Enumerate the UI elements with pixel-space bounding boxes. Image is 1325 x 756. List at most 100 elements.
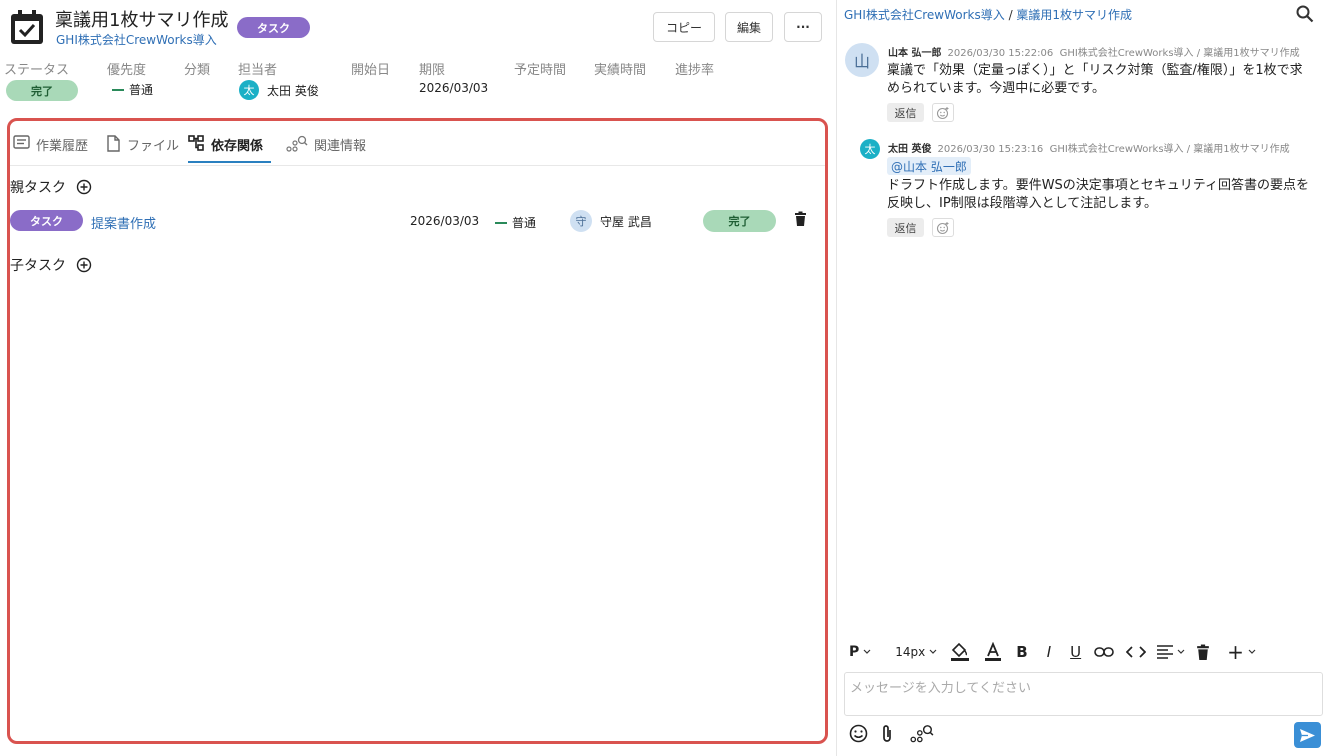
tab-history-label: 作業履歴 <box>36 139 89 154</box>
emoji-icon <box>849 724 868 743</box>
message-placeholder: メッセージを入力してください <box>850 681 1031 696</box>
link-related-button[interactable] <box>910 724 934 748</box>
send-button[interactable] <box>1294 722 1321 748</box>
add-reaction-button[interactable] <box>932 103 954 122</box>
tab-related-label: 関連情報 <box>314 139 367 154</box>
paragraph-style-dropdown[interactable]: P <box>849 644 875 660</box>
actual-time-label: 実績時間 <box>594 63 647 78</box>
tab-files-label: ファイル <box>127 139 180 154</box>
avatar[interactable]: 山 <box>845 43 879 77</box>
edit-button[interactable]: 編集 <box>725 12 773 42</box>
message-context: GHI株式会社CrewWorks導入 / 稟議用1枚サマリ作成 <box>1059 48 1300 59</box>
priority-normal-icon <box>495 221 507 224</box>
due-date-label: 期限 <box>419 63 446 78</box>
assignee-name: 太田 英俊 <box>267 83 319 98</box>
message-context: GHI株式会社CrewWorks導入 / 稟議用1枚サマリ作成 <box>1049 144 1290 155</box>
chevron-down-icon <box>863 649 871 654</box>
underline-button[interactable]: U <box>1070 643 1081 661</box>
add-child-task-button[interactable] <box>76 257 92 273</box>
highlight-color-button[interactable] <box>949 642 971 662</box>
delete-dependency-button[interactable] <box>794 211 807 231</box>
calendar-task-icon <box>11 10 43 44</box>
task-detail-pane: 稟議用1枚サマリ作成 GHI株式会社CrewWorks導入 タスク コピー 編集… <box>0 0 836 756</box>
breadcrumb-separator: / <box>1004 8 1017 22</box>
mention-tag[interactable]: @山本 弘一郎 <box>887 157 971 175</box>
editor-toolbar: P 14px B I U + <box>849 640 1260 664</box>
breadcrumb-project[interactable]: GHI株式会社CrewWorks導入 <box>844 8 1005 22</box>
message-timestamp: 2026/03/30 15:23:16 <box>937 144 1044 155</box>
link-button[interactable] <box>1094 646 1114 658</box>
reply-button[interactable]: 返信 <box>887 103 924 122</box>
row-due-date: 2026/03/03 <box>410 214 480 228</box>
message-header: 太田 英俊 2026/03/30 15:23:16 GHI株式会社CrewWork… <box>888 140 1290 155</box>
font-size-dropdown[interactable]: 14px <box>895 645 941 659</box>
more-button[interactable]: ··· <box>784 12 822 42</box>
row-status-badge: 完了 <box>703 210 776 232</box>
paperclip-icon <box>883 725 891 742</box>
related-icon <box>286 135 308 152</box>
align-dropdown[interactable] <box>1156 644 1188 660</box>
message-line: ドラフト作成します。要件WSの決定事項とセキュリティ回答書の要点を <box>887 178 1310 193</box>
priority-label: 優先度 <box>107 63 147 78</box>
related-icon <box>910 725 934 743</box>
message-header: 山本 弘一郎 2026/03/30 15:22:06 GHI株式会社CrewWor… <box>888 44 1300 59</box>
parent-task-link[interactable]: 提案書作成 <box>91 213 156 232</box>
assignee-value[interactable]: 太太田 英俊 <box>239 80 319 100</box>
status-label: ステータス <box>4 63 70 78</box>
project-link[interactable]: GHI株式会社CrewWorks導入 <box>56 31 217 48</box>
progress-label: 進捗率 <box>675 63 715 78</box>
trash-icon <box>795 211 806 226</box>
insert-label: + <box>1227 640 1244 664</box>
paragraph-label: P <box>849 644 860 660</box>
plus-circle-icon <box>76 257 92 273</box>
file-icon <box>107 135 120 152</box>
add-parent-task-button[interactable] <box>76 179 92 195</box>
link-icon <box>1094 647 1114 657</box>
planned-time-label: 予定時間 <box>514 63 567 78</box>
breadcrumb-task[interactable]: 稟議用1枚サマリ作成 <box>1016 8 1132 22</box>
status-badge[interactable]: 完了 <box>6 80 78 101</box>
align-left-icon <box>1157 645 1174 659</box>
tab-files[interactable]: ファイル <box>106 135 179 163</box>
italic-button[interactable]: I <box>1047 643 1051 661</box>
avatar: 太 <box>239 80 259 100</box>
add-reaction-button[interactable] <box>932 218 954 237</box>
code-button[interactable] <box>1126 645 1147 659</box>
due-date-value[interactable]: 2026/03/03 <box>419 81 488 95</box>
tab-related[interactable]: 関連情報 <box>286 135 366 163</box>
detail-tabs: 作業履歴 ファイル 依存関係 関連情報 <box>10 121 825 166</box>
dependency-icon <box>188 135 204 151</box>
message-timestamp: 2026/03/30 15:22:06 <box>947 48 1054 59</box>
task-type-badge: タスク <box>237 17 310 38</box>
breadcrumb: GHI株式会社CrewWorks導入 / 稟議用1枚サマリ作成 <box>844 6 1132 23</box>
bold-button[interactable]: B <box>1016 643 1027 661</box>
avatar[interactable]: 太 <box>860 139 880 159</box>
chevron-down-icon <box>929 649 937 654</box>
dependency-panel: 作業履歴 ファイル 依存関係 関連情報 親タスク タスク 提案書作成 2026/… <box>7 118 828 744</box>
category-label: 分類 <box>184 63 211 78</box>
priority-text: 普通 <box>129 83 154 97</box>
copy-button[interactable]: コピー <box>653 12 715 42</box>
reply-button[interactable]: 返信 <box>887 218 924 237</box>
child-task-label: 子タスク <box>10 258 66 274</box>
message-body: ドラフト作成します。要件WSの決定事項とセキュリティ回答書の要点を 反映し、IP… <box>887 177 1309 213</box>
task-type-badge: タスク <box>10 210 83 231</box>
font-size-label: 14px <box>895 645 926 659</box>
text-color-button[interactable] <box>983 642 1003 662</box>
priority-value[interactable]: 普通 <box>112 81 153 98</box>
tab-history[interactable]: 作業履歴 <box>13 135 88 163</box>
attach-button[interactable] <box>880 724 894 748</box>
emoji-button[interactable] <box>849 724 868 747</box>
table-row[interactable]: タスク 提案書作成 2026/03/03 普通 守守屋 武昌 完了 <box>10 208 825 234</box>
row-priority-text: 普通 <box>512 216 537 230</box>
clear-button[interactable] <box>1196 644 1210 661</box>
message-author: 山本 弘一郎 <box>888 48 942 59</box>
message-input[interactable]: メッセージを入力してください <box>844 672 1323 716</box>
search-button[interactable] <box>1296 5 1314 27</box>
parent-task-section: 親タスク <box>10 177 92 197</box>
insert-dropdown[interactable]: + <box>1227 640 1260 664</box>
message-body: 稟議で「効果（定量っぽく）」と「リスク対策（監査/権限）」を1枚で求 められてい… <box>887 62 1303 98</box>
tab-dependencies[interactable]: 依存関係 <box>188 135 272 163</box>
message-author: 太田 英俊 <box>888 144 932 155</box>
send-icon <box>1300 728 1315 742</box>
